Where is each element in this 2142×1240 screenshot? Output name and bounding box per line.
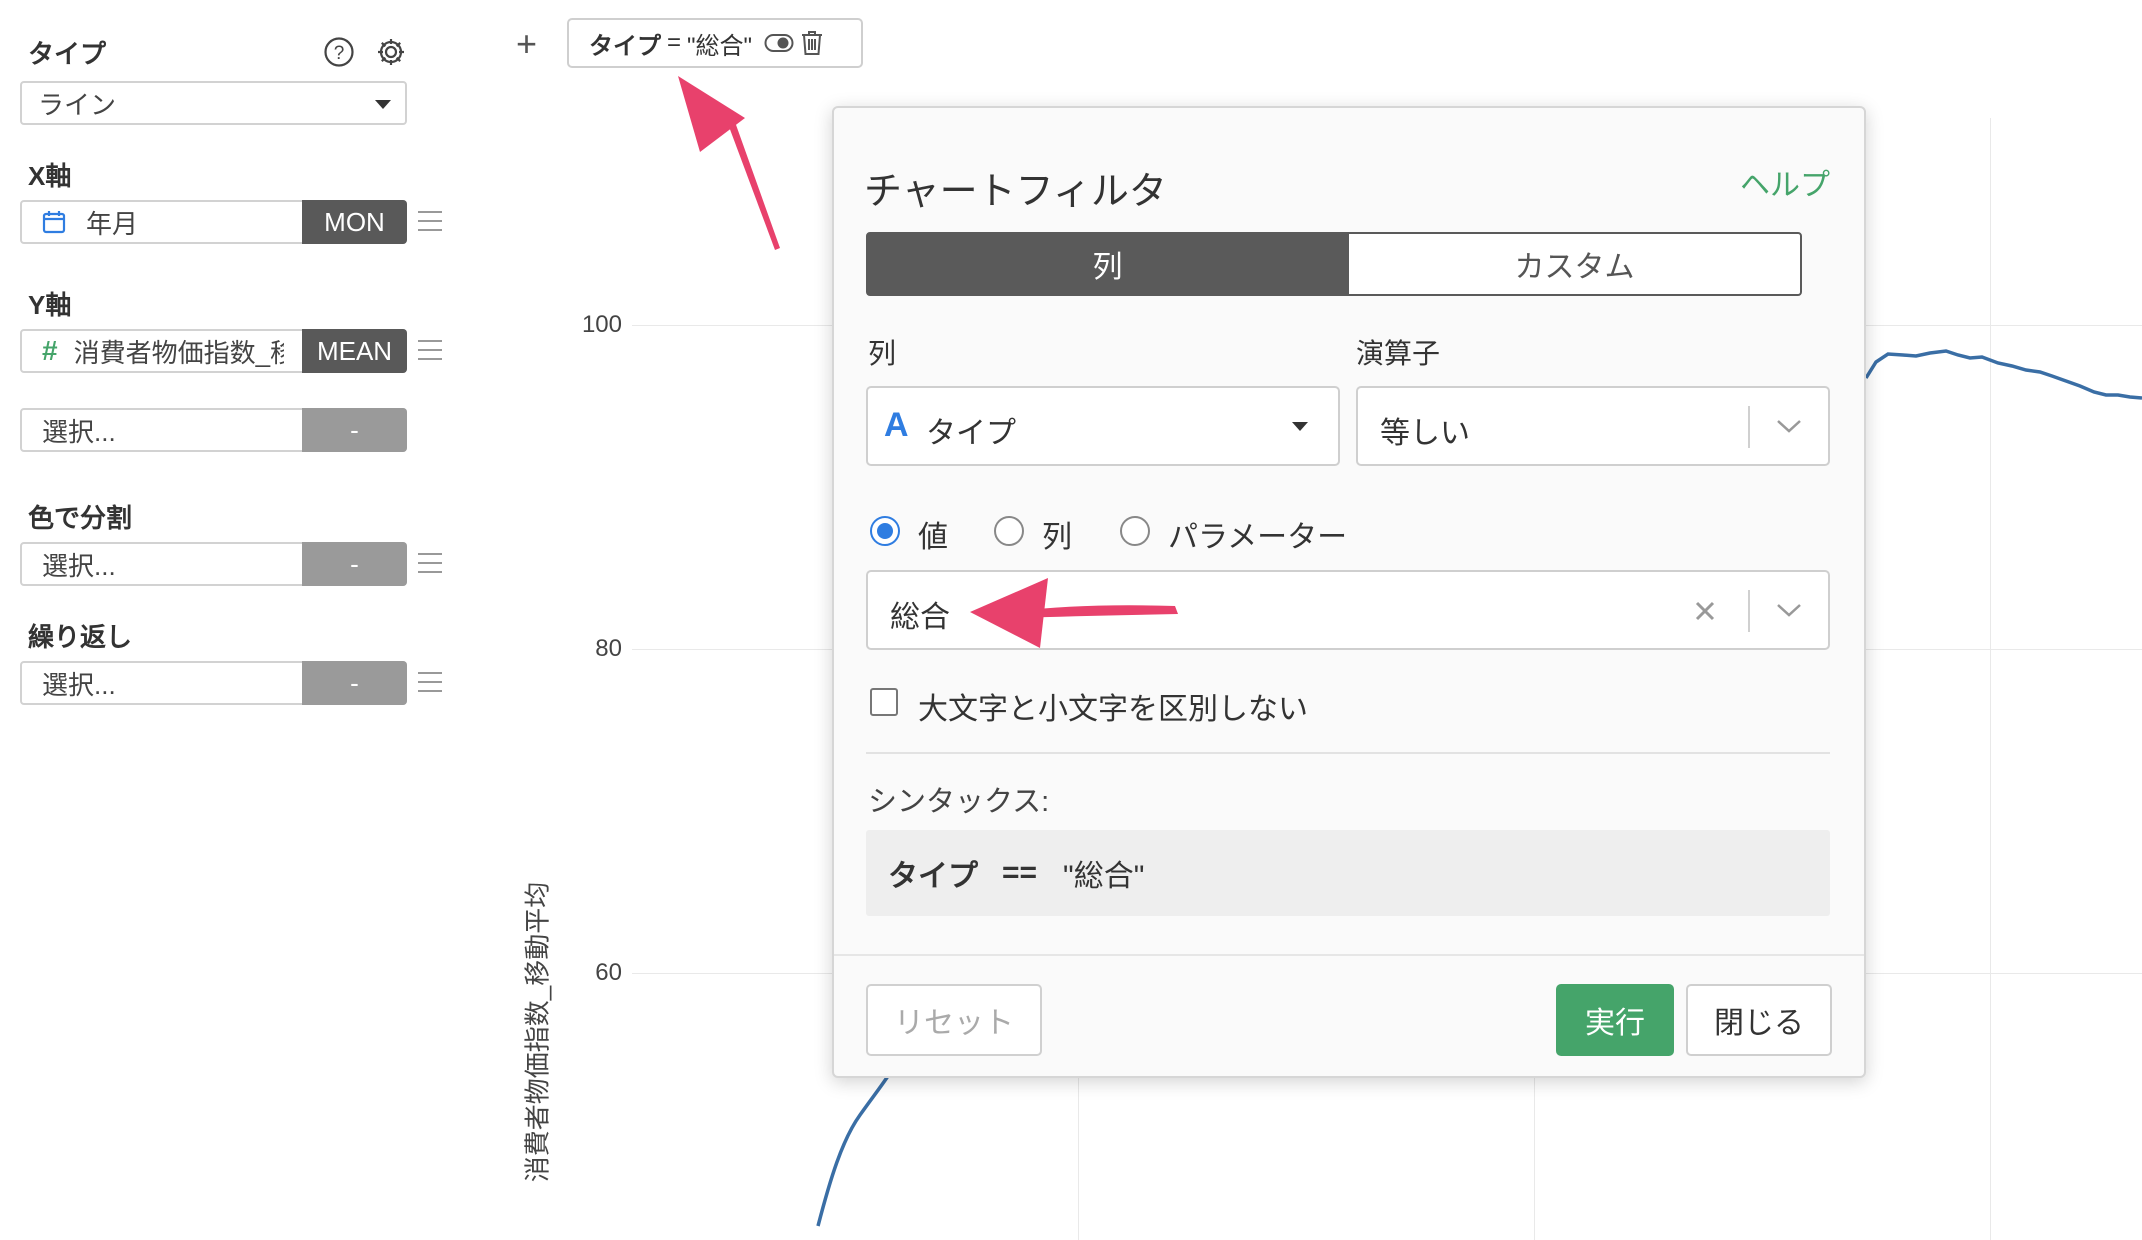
annotation-arrow-icon xyxy=(678,76,1178,648)
